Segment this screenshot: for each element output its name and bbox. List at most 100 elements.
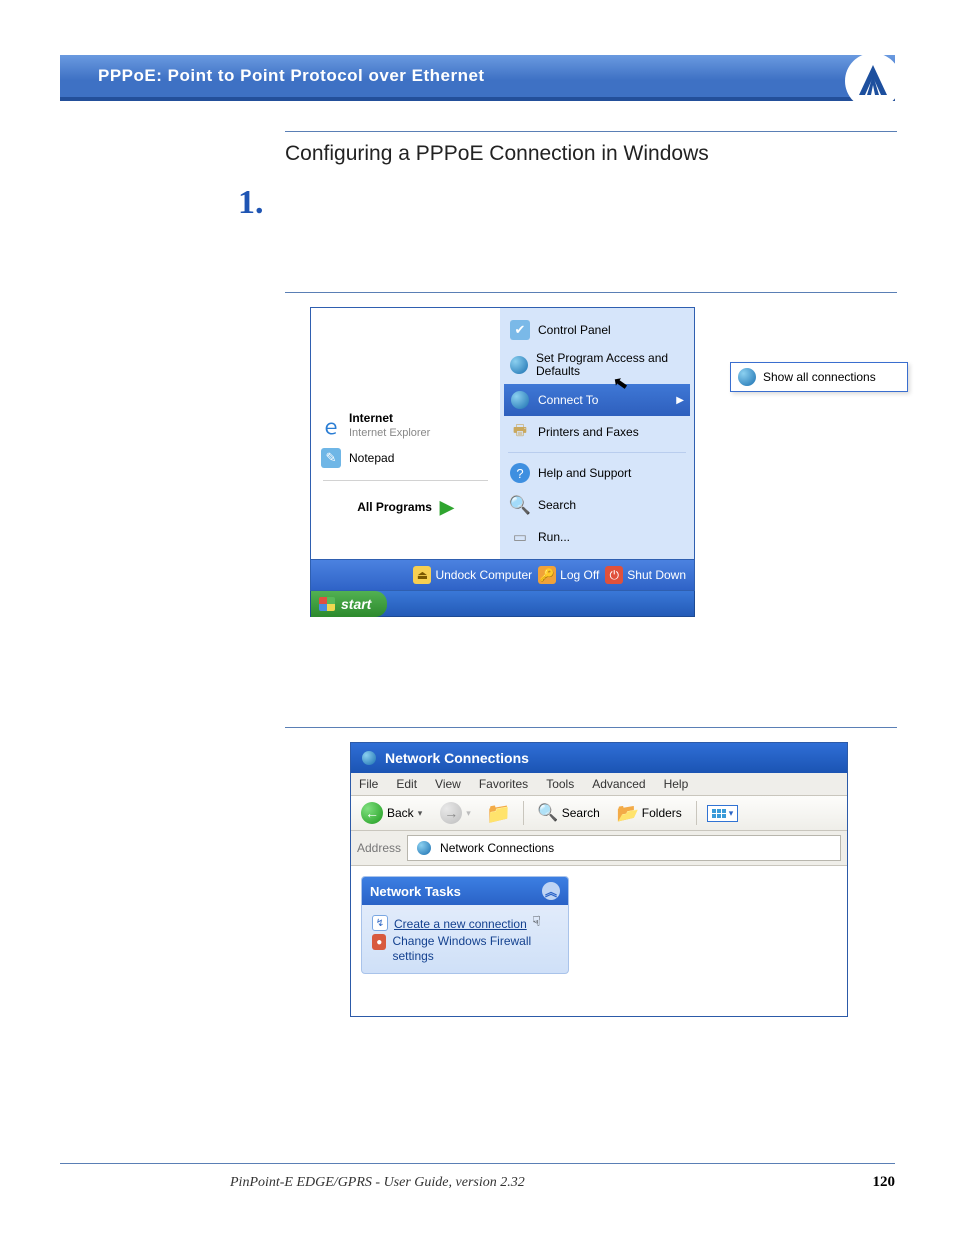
address-field[interactable]: Network Connections bbox=[407, 835, 841, 861]
undock-button[interactable]: ⏏ Undock Computer bbox=[413, 566, 532, 584]
logoff-icon: 🔑 bbox=[538, 566, 556, 584]
all-programs-label: All Programs bbox=[357, 500, 432, 514]
run-icon: ▭ bbox=[510, 527, 530, 547]
forward-button[interactable]: → ▾ bbox=[436, 800, 475, 826]
all-programs-item[interactable]: All Programs ▶ bbox=[319, 489, 492, 526]
help-item[interactable]: ? Help and Support bbox=[504, 457, 690, 489]
shutdown-icon: ⏻ bbox=[605, 566, 623, 584]
create-connection-link[interactable]: ↯ Create a new connection ☟ bbox=[372, 915, 558, 932]
set-program-access-item[interactable]: Set Program Access and Defaults bbox=[504, 346, 690, 384]
folders-icon: 📂 bbox=[618, 803, 638, 823]
run-item[interactable]: ▭ Run... bbox=[504, 521, 690, 553]
figure1-rule bbox=[285, 292, 897, 293]
network-tasks-header[interactable]: Network Tasks ︽ bbox=[362, 877, 568, 905]
step-number: 1. bbox=[238, 184, 895, 222]
figure2-rule bbox=[285, 727, 897, 728]
menu-help[interactable]: Help bbox=[664, 777, 689, 791]
set-access-label: Set Program Access and Defaults bbox=[536, 352, 684, 378]
menu-tools[interactable]: Tools bbox=[546, 777, 574, 791]
notepad-label: Notepad bbox=[349, 451, 394, 465]
connect-to-flyout[interactable]: Show all connections bbox=[730, 362, 908, 392]
connect-to-item[interactable]: Connect To ▶ bbox=[504, 384, 690, 416]
submenu-arrow-icon: ▶ bbox=[676, 395, 684, 406]
section-rule bbox=[285, 131, 897, 132]
back-dropdown-icon[interactable]: ▾ bbox=[418, 808, 423, 819]
menu-view[interactable]: View bbox=[435, 777, 461, 791]
collapse-icon[interactable]: ︽ bbox=[542, 882, 560, 900]
show-connections-icon bbox=[737, 367, 757, 387]
start-menu-right: ✔ Control Panel Set Program Access and D… bbox=[500, 308, 694, 559]
forward-dropdown-icon[interactable]: ▾ bbox=[466, 808, 471, 819]
toolbar-search-label: Search bbox=[562, 806, 600, 820]
window-titlebar: Network Connections bbox=[351, 743, 847, 773]
page-number: 120 bbox=[873, 1174, 896, 1191]
toolbar-search-icon: 🔍 bbox=[538, 803, 558, 823]
up-button[interactable]: 📁 bbox=[485, 801, 513, 825]
undock-label: Undock Computer bbox=[435, 568, 532, 582]
connect-to-icon bbox=[510, 390, 530, 410]
create-connection-label[interactable]: Create a new connection bbox=[394, 917, 527, 931]
all-programs-arrow-icon: ▶ bbox=[440, 497, 454, 518]
connect-to-label: Connect To bbox=[538, 393, 599, 407]
control-panel-icon: ✔ bbox=[510, 320, 530, 340]
create-connection-icon: ↯ bbox=[372, 915, 388, 931]
back-button[interactable]: ← Back ▾ bbox=[357, 800, 426, 826]
menu-file[interactable]: File bbox=[359, 777, 378, 791]
run-label: Run... bbox=[538, 530, 570, 544]
page-footer: PinPoint-E EDGE/GPRS - User Guide, versi… bbox=[60, 1163, 895, 1191]
ie-title: Internet bbox=[349, 411, 393, 425]
views-button[interactable]: ▾ bbox=[707, 805, 739, 822]
window-title: Network Connections bbox=[385, 750, 529, 766]
search-item[interactable]: 🔍 Search bbox=[504, 489, 690, 521]
windows-flag-icon bbox=[319, 597, 335, 611]
show-connections-label: Show all connections bbox=[763, 370, 876, 384]
notepad-icon: ✎ bbox=[321, 448, 341, 468]
control-panel-label: Control Panel bbox=[538, 323, 611, 337]
hand-cursor-icon: ☟ bbox=[532, 913, 541, 929]
address-value: Network Connections bbox=[440, 841, 554, 855]
doc-header-title: PPPoE: Point to Point Protocol over Ethe… bbox=[98, 66, 485, 86]
back-label: Back bbox=[387, 806, 414, 820]
folders-label: Folders bbox=[642, 806, 682, 820]
toolbar-separator bbox=[523, 801, 524, 825]
undock-icon: ⏏ bbox=[413, 566, 431, 584]
network-tasks-pane: Network Tasks ︽ ↯ Create a new connectio… bbox=[361, 876, 569, 974]
control-panel-item[interactable]: ✔ Control Panel bbox=[504, 314, 690, 346]
start-menu-footer: ⏏ Undock Computer 🔑 Log Off ⏻ Shut Down bbox=[310, 560, 695, 591]
menu-bar: File Edit View Favorites Tools Advanced … bbox=[351, 773, 847, 796]
footer-text: PinPoint-E EDGE/GPRS - User Guide, versi… bbox=[230, 1175, 525, 1191]
toolbar: ← Back ▾ → ▾ 📁 🔍 Search 📂 bbox=[351, 796, 847, 831]
printers-icon: 🖶 bbox=[510, 422, 530, 442]
notepad-item[interactable]: ✎ Notepad bbox=[319, 444, 492, 472]
start-menu-screenshot: ｅ Internet Internet Explorer ✎ Notepad bbox=[310, 307, 880, 617]
folders-button[interactable]: 📂 Folders bbox=[614, 801, 686, 825]
forward-icon: → bbox=[440, 802, 462, 824]
brand-logo bbox=[845, 53, 901, 109]
window-body: Network Tasks ︽ ↯ Create a new connectio… bbox=[351, 866, 847, 1016]
start-button[interactable]: start bbox=[311, 591, 387, 617]
help-label: Help and Support bbox=[538, 466, 631, 480]
firewall-link[interactable]: ● Change Windows Firewall settings bbox=[372, 934, 558, 963]
address-bar: Address Network Connections bbox=[351, 831, 847, 866]
menu-advanced[interactable]: Advanced bbox=[592, 777, 645, 791]
start-menu-left: ｅ Internet Internet Explorer ✎ Notepad bbox=[311, 308, 500, 559]
set-access-icon bbox=[510, 355, 528, 375]
left-separator bbox=[323, 480, 488, 481]
menu-favorites[interactable]: Favorites bbox=[479, 777, 528, 791]
internet-explorer-item[interactable]: ｅ Internet Internet Explorer bbox=[319, 408, 492, 444]
address-icon bbox=[414, 838, 434, 858]
search-button[interactable]: 🔍 Search bbox=[534, 801, 604, 825]
printers-item[interactable]: 🖶 Printers and Faxes bbox=[504, 416, 690, 448]
network-connections-window: Network Connections File Edit View Favor… bbox=[350, 742, 848, 1017]
network-tasks-title: Network Tasks bbox=[370, 884, 461, 899]
menu-edit[interactable]: Edit bbox=[396, 777, 417, 791]
address-label: Address bbox=[357, 841, 401, 855]
start-label: start bbox=[341, 596, 371, 612]
taskbar: start bbox=[310, 591, 695, 617]
logoff-button[interactable]: 🔑 Log Off bbox=[538, 566, 599, 584]
ie-subtitle: Internet Explorer bbox=[349, 427, 430, 439]
shutdown-button[interactable]: ⏻ Shut Down bbox=[605, 566, 686, 584]
search-icon: 🔍 bbox=[510, 495, 530, 515]
search-label: Search bbox=[538, 498, 576, 512]
firewall-label: Change Windows Firewall settings bbox=[392, 934, 558, 963]
